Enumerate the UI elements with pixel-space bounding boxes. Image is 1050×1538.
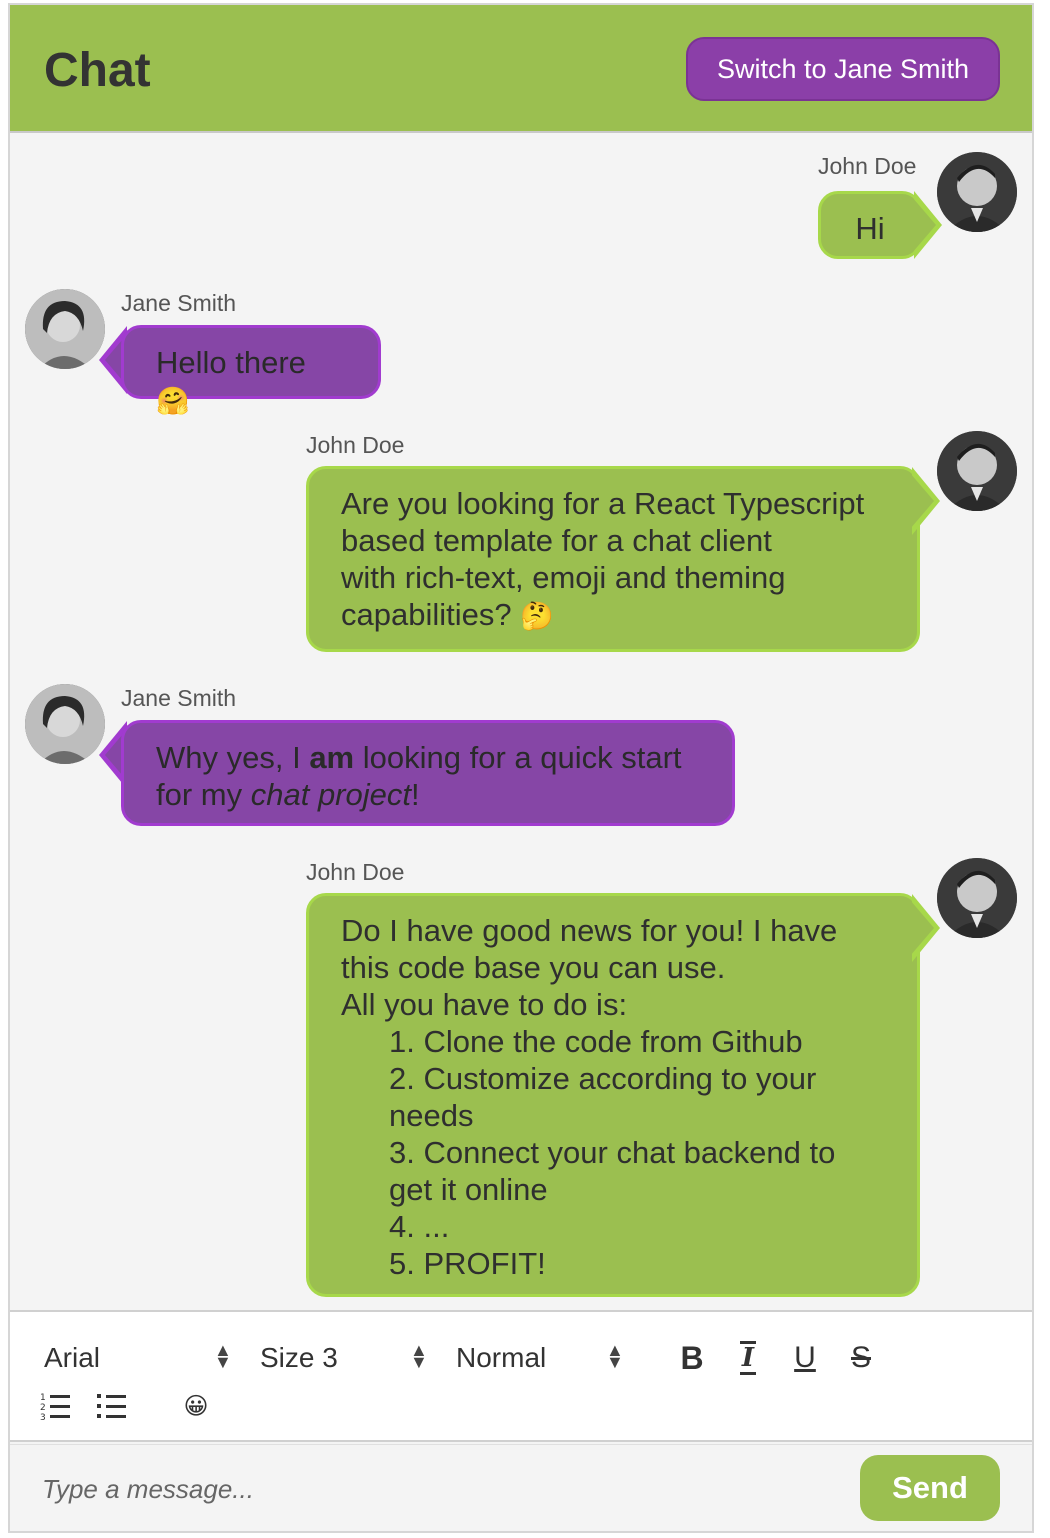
bullet-list-icon[interactable] <box>92 1386 132 1426</box>
thinking-face-emoji: 🤔 <box>520 601 554 632</box>
chat-header: Chat Switch to Jane Smith <box>10 5 1032 133</box>
svg-text:3: 3 <box>40 1413 46 1421</box>
message-composer: Arial ▲ ▼ Size 3 ▲ ▼ Normal ▲ ▼ B I U S 123… <box>10 1310 1032 1531</box>
hugging-face-emoji: 🤗 <box>156 386 190 417</box>
list-item: get it online <box>389 1172 548 1207</box>
font-size-select[interactable]: Size 3 ▲ ▼ <box>260 1336 430 1380</box>
list-item: needs <box>389 1098 474 1133</box>
message-input[interactable] <box>42 1463 842 1515</box>
message-line: based template for a chat client <box>341 523 772 558</box>
list-item: 5. PROFIT! <box>389 1246 546 1281</box>
rich-text-toolbar: Arial ▲ ▼ Size 3 ▲ ▼ Normal ▲ ▼ B I U S 123… <box>10 1310 1032 1442</box>
bubble-tail <box>910 467 940 535</box>
ordered-list-icon[interactable]: 123 <box>36 1386 76 1426</box>
bold-icon[interactable]: B <box>672 1338 712 1378</box>
message-line: with rich-text, emoji and theming <box>341 560 786 595</box>
avatar-john-doe[interactable] <box>937 858 1017 938</box>
message-list[interactable]: John Doe Hi Jane Smith Hello there 🤗 Joh… <box>10 135 1032 1310</box>
italic-icon[interactable]: I <box>728 1338 768 1378</box>
list-item: 4. ... <box>389 1209 450 1244</box>
message-line: this code base you can use. <box>341 950 726 985</box>
strikethrough-icon[interactable]: S <box>841 1338 881 1378</box>
text-format-select[interactable]: Normal ▲ ▼ <box>456 1336 626 1380</box>
message-line: All you have to do is: <box>341 987 628 1022</box>
font-family-select[interactable]: Arial ▲ ▼ <box>44 1336 234 1380</box>
italic-text: chat project <box>250 777 411 812</box>
select-arrows-icon: ▲ ▼ <box>214 1340 232 1372</box>
sender-name: John Doe <box>818 153 917 179</box>
sender-name: Jane Smith <box>121 290 237 316</box>
message-bubble: Are you looking for a React Typescript b… <box>306 466 920 652</box>
message-bubble: Why yes, I am looking for a quick start … <box>121 720 735 826</box>
message-text: looking for a quick start <box>354 740 682 775</box>
bubble-tail <box>910 894 940 962</box>
switch-user-button[interactable]: Switch to Jane Smith <box>686 37 1000 101</box>
sender-name: John Doe <box>306 859 405 885</box>
page-title: Chat <box>44 44 151 97</box>
emoji-picker-icon[interactable]: 😀 <box>176 1386 216 1426</box>
sender-name: John Doe <box>306 432 405 458</box>
message-bubble: Do I have good news for you! I have this… <box>306 893 920 1297</box>
message-bubble: Hello there 🤗 <box>121 325 381 417</box>
font-size-value: Size 3 <box>260 1342 338 1373</box>
message-text: for my <box>156 777 251 812</box>
sender-name: Jane Smith <box>121 685 237 711</box>
message-line: capabilities? <box>341 597 512 632</box>
avatar-john-doe[interactable] <box>937 431 1017 511</box>
message-text: Why yes, I <box>156 740 310 775</box>
select-arrows-icon: ▲ ▼ <box>410 1340 428 1372</box>
avatar-john-doe[interactable] <box>937 152 1017 232</box>
send-button[interactable]: Send <box>860 1455 1000 1521</box>
message-text: ! <box>411 777 420 812</box>
underline-icon[interactable]: U <box>785 1338 825 1378</box>
message-line: Are you looking for a React Typescript <box>341 486 865 521</box>
list-item: 2. Customize according to your <box>389 1061 817 1096</box>
svg-text:1: 1 <box>40 1393 46 1403</box>
avatar-jane-smith[interactable] <box>25 684 105 764</box>
select-arrows-icon: ▲ ▼ <box>606 1340 624 1372</box>
message-line: Do I have good news for you! I have <box>341 913 838 948</box>
message-bubble: Hi <box>818 191 922 259</box>
chat-app: Chat Switch to Jane Smith John Doe Hi Ja… <box>8 3 1034 1533</box>
svg-text:2: 2 <box>40 1403 46 1413</box>
message-text: Hello there <box>156 345 306 380</box>
message-text: Hi <box>855 211 885 246</box>
input-row: Send <box>10 1444 1032 1531</box>
list-item: 3. Connect your chat backend to <box>389 1135 836 1170</box>
font-family-value: Arial <box>44 1342 101 1373</box>
ordered-list: 1. Clone the code from Github 2. Customi… <box>389 1023 885 1282</box>
avatar-jane-smith[interactable] <box>25 289 105 369</box>
list-item: 1. Clone the code from Github <box>389 1024 803 1059</box>
bold-text: am <box>309 740 355 775</box>
text-format-value: Normal <box>456 1342 547 1373</box>
